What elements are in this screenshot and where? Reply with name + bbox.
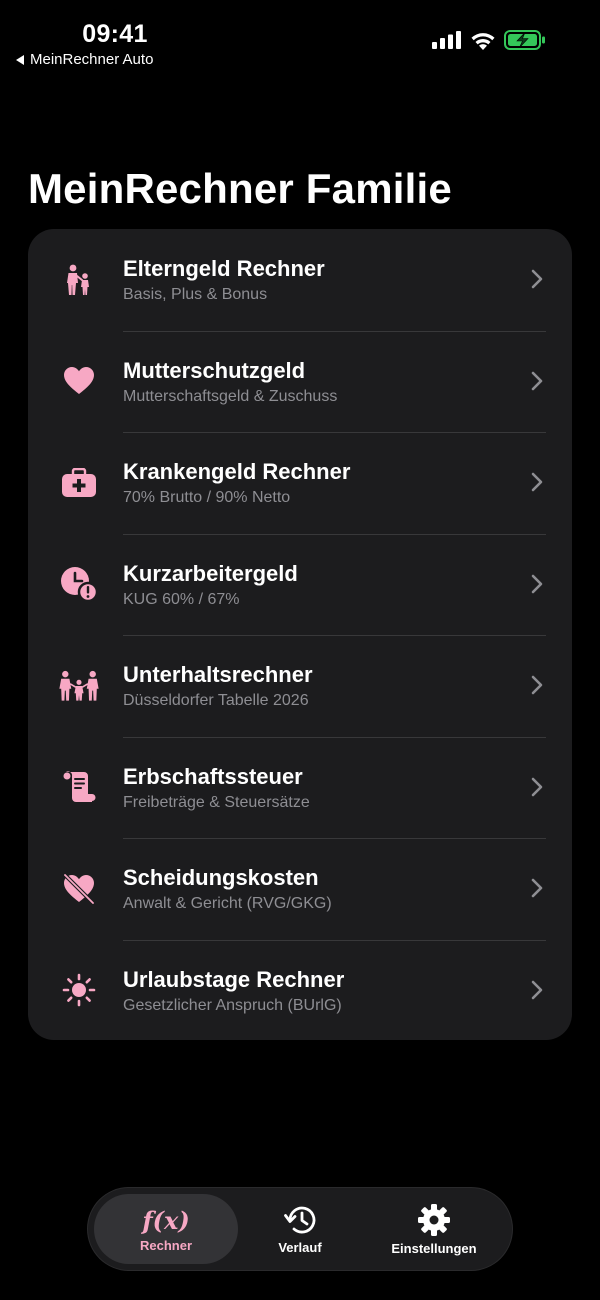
item-title: Unterhaltsrechner bbox=[123, 662, 313, 687]
heart-icon bbox=[58, 360, 100, 402]
tab-einstellungen[interactable]: Einstellungen bbox=[362, 1194, 506, 1264]
battery-charging-icon bbox=[504, 30, 545, 50]
list-item-krankengeld[interactable]: Krankengeld Rechner 70% Brutto / 90% Net… bbox=[28, 432, 572, 534]
item-subtitle: KUG 60% / 67% bbox=[123, 590, 240, 608]
item-title: Urlaubstage Rechner bbox=[123, 966, 345, 992]
tab-bar: f(x) Rechner Verlauf Einstellungen bbox=[88, 1188, 512, 1270]
chevron-right-icon bbox=[531, 675, 543, 695]
list-item-urlaubstage[interactable]: Urlaubstage Rechner Gesetzlicher Anspruc… bbox=[28, 939, 572, 1041]
list-item-erbschaftssteuer[interactable]: Erbschaftssteuer Freibeträge & Steuersät… bbox=[28, 736, 572, 839]
history-icon bbox=[284, 1206, 316, 1233]
status-icons bbox=[432, 30, 546, 50]
page-title: MeinRechner Familie bbox=[28, 165, 452, 212]
sun-icon bbox=[58, 969, 100, 1011]
list-item-kurzarbeitergeld[interactable]: Kurzarbeitergeld KUG 60% / 67% bbox=[28, 533, 572, 636]
back-link-label: MeinRechner Auto bbox=[30, 51, 154, 68]
medical-kit-icon bbox=[58, 462, 100, 504]
chevron-right-icon bbox=[531, 980, 543, 999]
clock-alert-icon bbox=[58, 563, 100, 605]
parent-child-icon bbox=[58, 259, 100, 301]
item-title: Kurzarbeitergeld bbox=[123, 560, 298, 586]
chevron-right-icon bbox=[531, 269, 543, 289]
list-item-elterngeld[interactable]: Elterngeld Rechner Basis, Plus & Bonus bbox=[28, 229, 572, 331]
item-title: Erbschaftssteuer bbox=[123, 763, 303, 789]
list-item-mutterschutzgeld[interactable]: Mutterschutzgeld Mutterschaftsgeld & Zus… bbox=[28, 330, 572, 433]
chevron-right-icon bbox=[531, 371, 543, 390]
back-to-app-link[interactable]: MeinRechner Auto bbox=[16, 51, 153, 68]
item-title: Mutterschutzgeld bbox=[123, 357, 306, 383]
item-title: Krankengeld Rechner bbox=[123, 459, 351, 484]
item-subtitle: Basis, Plus & Bonus bbox=[123, 286, 268, 303]
tab-label: Verlauf bbox=[278, 1239, 322, 1255]
item-subtitle: Düsseldorfer Tabelle 2026 bbox=[123, 692, 309, 709]
tab-label: Rechner bbox=[139, 1237, 193, 1253]
scroll-icon bbox=[58, 766, 100, 808]
chevron-right-icon bbox=[531, 574, 543, 593]
tab-label: Einstellungen bbox=[391, 1240, 477, 1256]
function-icon: f(x) bbox=[142, 1205, 190, 1235]
heart-slash-icon bbox=[58, 868, 100, 910]
gear-icon bbox=[418, 1203, 450, 1236]
list-item-unterhaltsrechner[interactable]: Unterhaltsrechner Düsseldorfer Tabelle 2… bbox=[28, 635, 572, 737]
item-subtitle: Mutterschaftsgeld & Zuschuss bbox=[123, 387, 338, 405]
item-subtitle: 70% Brutto / 90% Netto bbox=[123, 489, 291, 506]
back-triangle-icon bbox=[16, 54, 24, 65]
item-subtitle: Freibeträge & Steuersätze bbox=[123, 793, 310, 811]
item-title: Elterngeld Rechner bbox=[123, 256, 325, 281]
chevron-right-icon bbox=[531, 878, 543, 898]
tab-rechner[interactable]: f(x) Rechner bbox=[94, 1194, 238, 1264]
item-subtitle: Gesetzlicher Anspruch (BUrlG) bbox=[123, 996, 342, 1014]
item-title: Scheidungskosten bbox=[123, 865, 319, 890]
chevron-right-icon bbox=[531, 472, 543, 492]
wifi-icon bbox=[471, 32, 495, 50]
calculator-list: Elterngeld Rechner Basis, Plus & Bonus M… bbox=[28, 229, 572, 1040]
status-time: 09:41 bbox=[82, 20, 148, 48]
list-item-scheidungskosten[interactable]: Scheidungskosten Anwalt & Gericht (RVG/G… bbox=[28, 838, 572, 940]
item-subtitle: Anwalt & Gericht (RVG/GKG) bbox=[123, 895, 332, 912]
chevron-right-icon bbox=[531, 777, 543, 796]
tab-verlauf[interactable]: Verlauf bbox=[238, 1194, 362, 1264]
cellular-signal-icon bbox=[432, 31, 461, 49]
app-screen: 09:41 MeinRechner Auto MeinRechner Famil… bbox=[0, 0, 600, 1300]
family-icon bbox=[58, 665, 100, 707]
